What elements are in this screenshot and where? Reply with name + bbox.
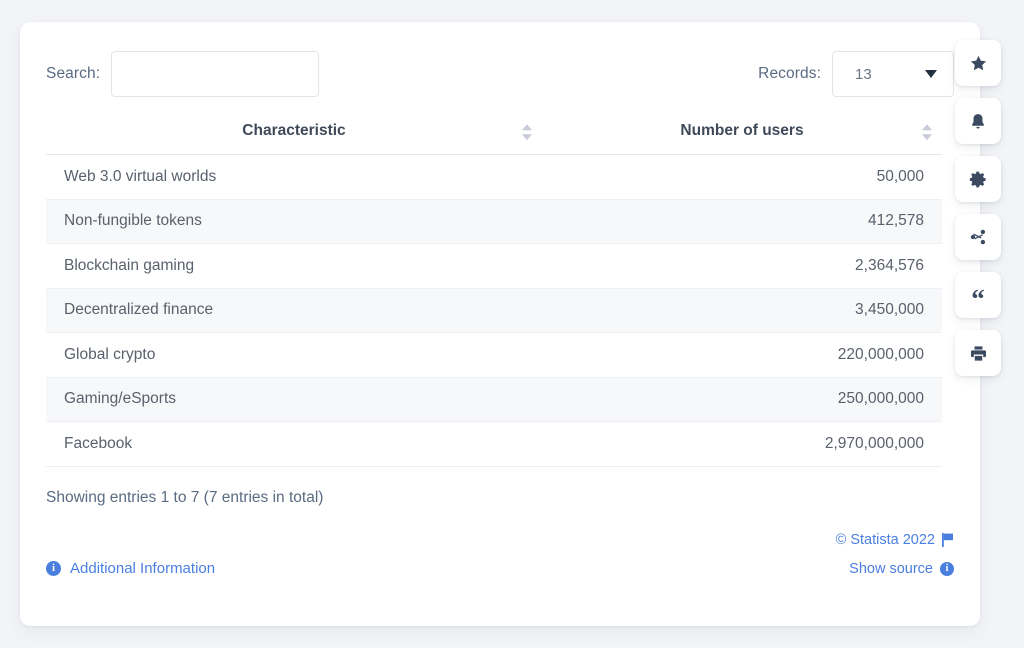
cell-characteristic: Gaming/eSports (46, 377, 542, 422)
cell-users: 3,450,000 (542, 288, 942, 333)
sort-icon[interactable] (522, 124, 532, 141)
column-header-number-of-users-label: Number of users (680, 122, 804, 139)
table-row: Non-fungible tokens 412,578 (46, 199, 942, 244)
cell-users: 250,000,000 (542, 377, 942, 422)
cell-users: 2,970,000,000 (542, 421, 942, 467)
cell-characteristic: Blockchain gaming (46, 243, 542, 289)
cell-characteristic: Decentralized finance (46, 288, 542, 333)
print-button[interactable] (955, 330, 1001, 376)
statistics-table: Characteristic Number of users Web 3.0 v… (46, 112, 942, 467)
settings-button[interactable] (955, 156, 1001, 202)
show-source-link[interactable]: Show source i (849, 561, 954, 577)
info-icon: i (46, 561, 61, 576)
records-select[interactable]: 13 (832, 51, 954, 97)
table-row: Blockchain gaming 2,364,576 (46, 243, 942, 289)
search-group: Search: (46, 51, 320, 97)
cell-users: 2,364,576 (542, 243, 942, 289)
additional-information-link[interactable]: i Additional Information (46, 560, 215, 577)
entries-summary: Showing entries 1 to 7 (7 entries in tot… (46, 488, 324, 506)
table-row: Facebook 2,970,000,000 (46, 421, 942, 467)
table-head: Characteristic Number of users (46, 112, 942, 155)
column-header-characteristic-label: Characteristic (242, 122, 346, 139)
table-row: Web 3.0 virtual worlds 50,000 (46, 154, 942, 200)
table-row: Decentralized finance 3,450,000 (46, 288, 942, 333)
search-input[interactable] (111, 51, 320, 97)
column-header-characteristic[interactable]: Characteristic (46, 112, 542, 155)
page-root: Search: Records: 13 Characteristic Numbe… (0, 0, 1024, 648)
chevron-down-icon (925, 70, 937, 78)
copyright: © Statista 2022 (836, 532, 954, 548)
print-icon (970, 345, 986, 361)
notifications-button[interactable] (955, 98, 1001, 144)
search-label: Search: (46, 65, 101, 82)
cell-characteristic: Global crypto (46, 332, 542, 378)
quote-icon: “ (971, 283, 985, 314)
cite-button[interactable]: “ (955, 272, 1001, 318)
show-source-label: Show source (849, 561, 933, 577)
records-selected-value: 13 (855, 65, 872, 83)
star-icon (970, 55, 986, 70)
cell-users: 412,578 (542, 199, 942, 244)
share-button[interactable] (955, 214, 1001, 260)
cell-characteristic: Web 3.0 virtual worlds (46, 154, 542, 200)
cell-characteristic: Non-fungible tokens (46, 199, 542, 244)
gear-icon (969, 171, 986, 187)
share-icon (970, 229, 986, 245)
cell-users: 220,000,000 (542, 332, 942, 378)
table-row: Global crypto 220,000,000 (46, 332, 942, 378)
sort-icon[interactable] (922, 124, 932, 141)
table-header-row: Characteristic Number of users (46, 112, 942, 155)
table-row: Gaming/eSports 250,000,000 (46, 377, 942, 422)
action-rail: “ (955, 40, 1001, 376)
favorite-button[interactable] (955, 40, 1001, 86)
table-body: Web 3.0 virtual worlds 50,000 Non-fungib… (46, 154, 942, 467)
cell-users: 50,000 (542, 154, 942, 200)
bell-icon (972, 113, 984, 129)
table-controls: Search: Records: 13 (46, 48, 954, 100)
records-label: Records: (758, 65, 821, 82)
cell-characteristic: Facebook (46, 421, 542, 467)
additional-information-label: Additional Information (70, 560, 216, 577)
statistic-table-card: Search: Records: 13 Characteristic Numbe… (20, 22, 980, 626)
info-icon: i (940, 562, 954, 576)
flag-icon (942, 533, 953, 547)
column-header-number-of-users[interactable]: Number of users (542, 112, 942, 155)
records-group: Records: 13 (758, 51, 954, 97)
copyright-label: © Statista 2022 (835, 532, 935, 548)
